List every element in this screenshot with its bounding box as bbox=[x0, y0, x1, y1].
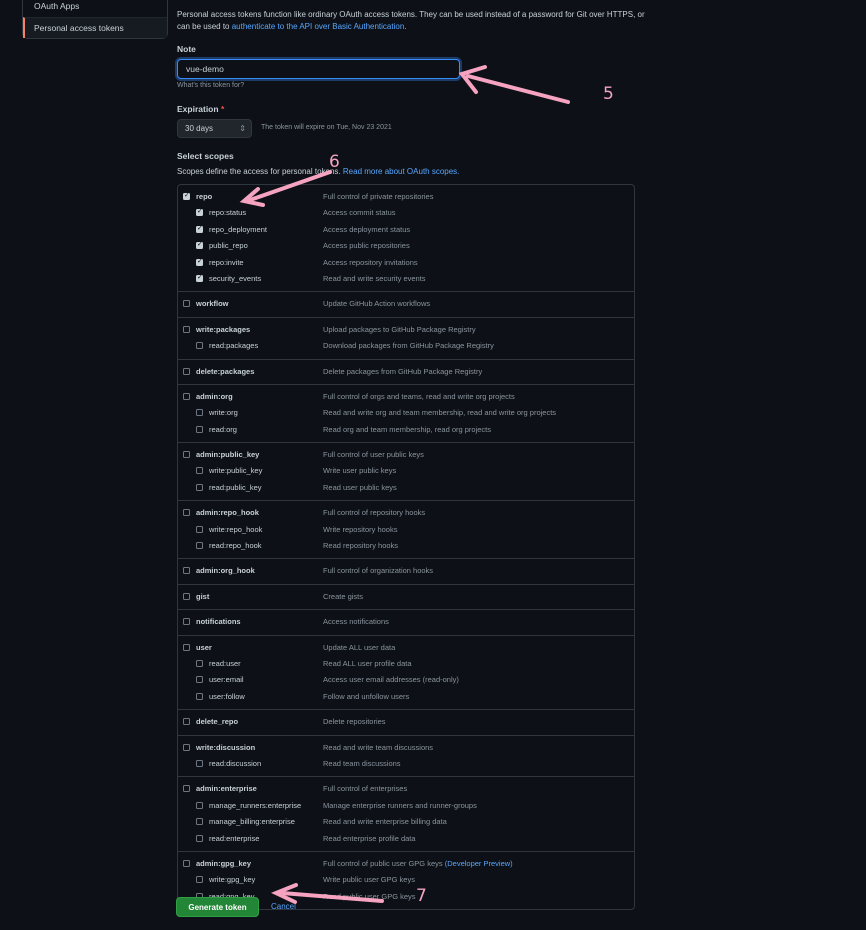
arrow-step-7 bbox=[280, 891, 384, 903]
arrow-step-5 bbox=[466, 74, 570, 104]
annotation-6: 6 bbox=[329, 152, 340, 172]
arrow-step-6 bbox=[248, 170, 332, 202]
annotation-7: 7 bbox=[416, 886, 427, 906]
annotation-5: 5 bbox=[603, 84, 614, 104]
annotation-arrows bbox=[239, 65, 570, 904]
